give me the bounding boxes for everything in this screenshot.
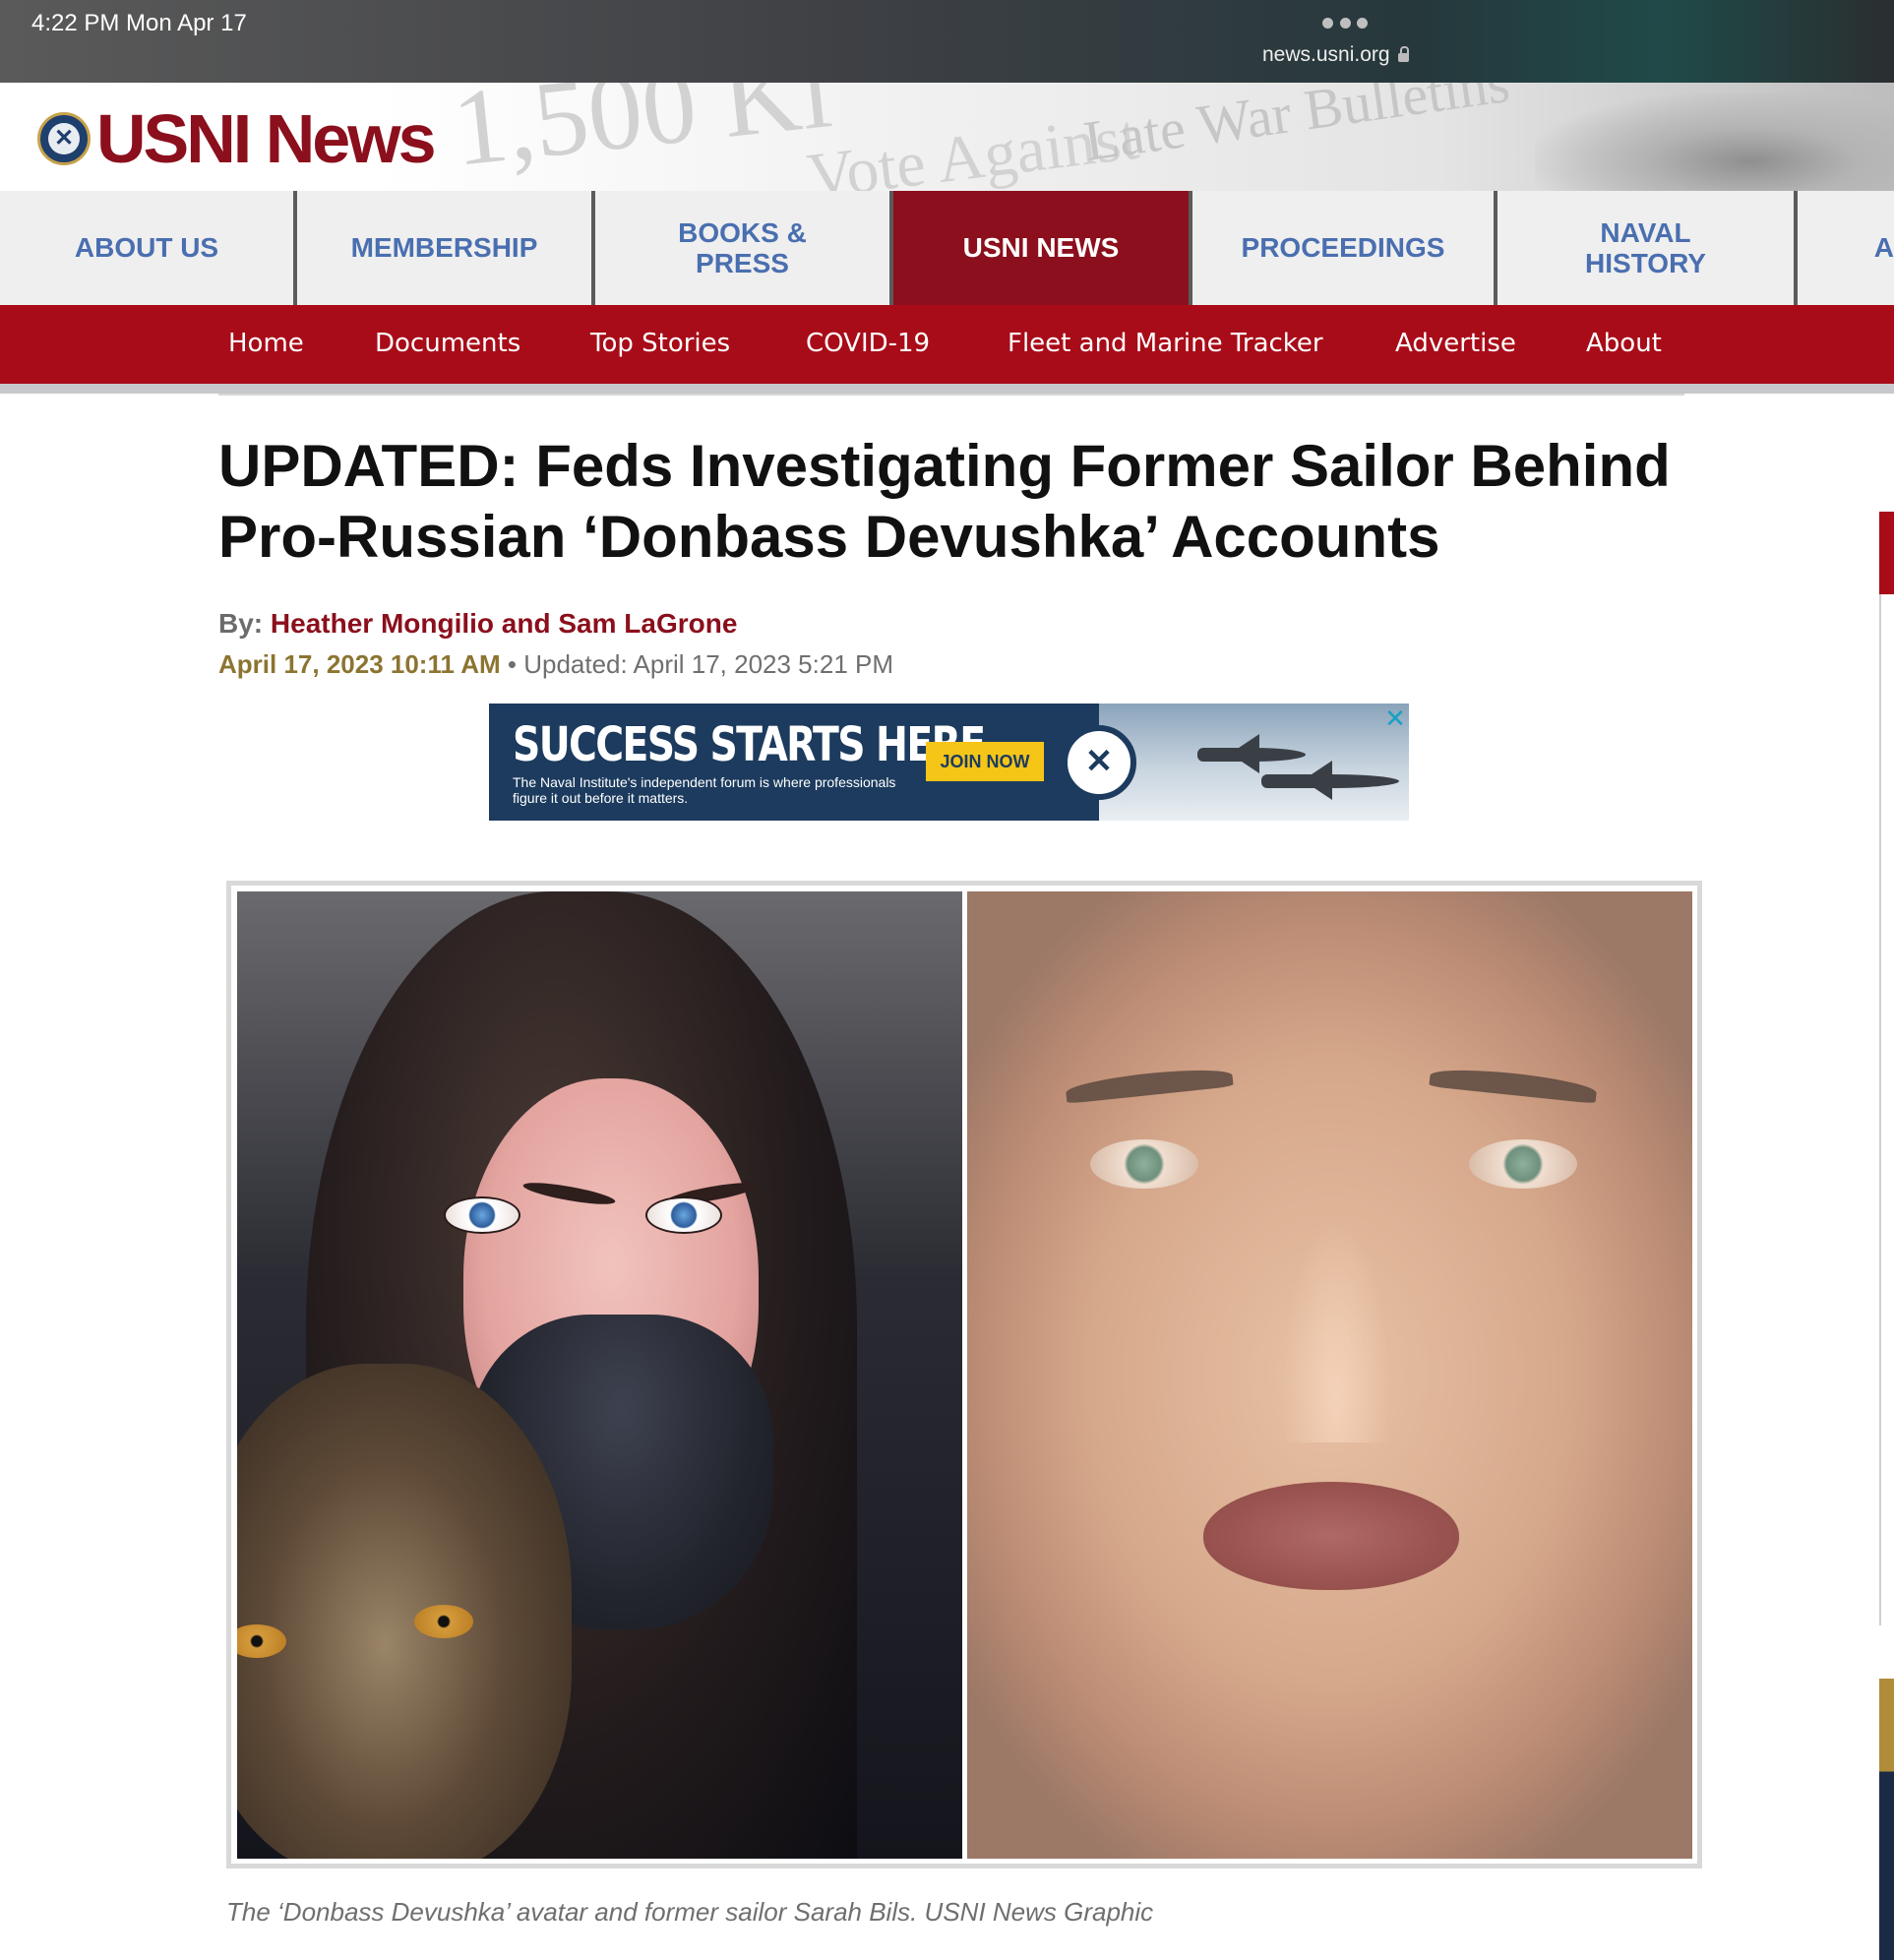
primary-nav: ABOUT US MEMBERSHIP BOOKS & PRESS USNI N… (0, 191, 1894, 305)
site-logo[interactable]: USNI News (37, 100, 437, 177)
sidebar-widget-edge (1879, 512, 1894, 1625)
status-time-date: 4:22 PM Mon Apr 17 (31, 10, 247, 36)
ad-banner[interactable]: SUCCESS STARTS HERE The Naval Institute'… (489, 704, 1409, 821)
nav-proceedings[interactable]: PROCEEDINGS (1192, 191, 1497, 305)
usni-seal-icon (37, 112, 91, 165)
subnav-advertise[interactable]: Advertise (1395, 329, 1516, 358)
site-header: 1,500 Ki Vote Against Late War Bulletins… (0, 83, 1894, 191)
ad-sky-background (1099, 704, 1409, 821)
join-now-button[interactable]: JOIN NOW (926, 742, 1044, 781)
sidebar-widget-header (1879, 512, 1894, 594)
status-bar: 4:22 PM Mon Apr 17 news.usni.org (0, 0, 1894, 83)
subnav-top-stories[interactable]: Top Stories (590, 329, 730, 358)
header-ship-image (1535, 92, 1894, 191)
ad-subtext: The Naval Institute's independent forum … (513, 774, 896, 806)
nav-books-press[interactable]: BOOKS & PRESS (595, 191, 893, 305)
address-bar[interactable]: news.usni.org (1262, 43, 1409, 67)
published-date: April 17, 2023 10:11 AM (218, 649, 501, 679)
article-headline: UPDATED: Feds Investigating Former Sailo… (218, 433, 1671, 570)
subnav-home[interactable]: Home (228, 329, 304, 358)
ad-headline: SUCCESS STARTS HERE (513, 717, 986, 772)
more-dots-icon[interactable] (1322, 18, 1368, 30)
figure-caption: The ‘Donbass Devushka’ avatar and former… (226, 1897, 1154, 1927)
sailor-photo (967, 891, 1692, 1859)
logo-text: USNI News (96, 100, 437, 177)
ad-seal-icon: ✕ (1062, 725, 1136, 800)
subnav-fleet-tracker[interactable]: Fleet and Marine Tracker (1008, 329, 1323, 358)
updated-date: • Updated: April 17, 2023 5:21 PM (507, 649, 894, 679)
nav-item-partial[interactable]: A (1798, 191, 1894, 305)
lock-icon (1397, 46, 1409, 62)
nav-about-us[interactable]: ABOUT US (0, 191, 297, 305)
byline: By: Heather Mongilio and Sam LaGrone (218, 608, 737, 640)
nav-membership[interactable]: MEMBERSHIP (297, 191, 595, 305)
url-text: news.usni.org (1262, 43, 1390, 66)
byline-label: By: (218, 608, 264, 639)
dateline: April 17, 2023 10:11 AM • Updated: April… (218, 649, 893, 680)
lips (1203, 1482, 1459, 1590)
subnav-documents[interactable]: Documents (375, 329, 520, 358)
subnav-about[interactable]: About (1586, 329, 1662, 358)
divider (218, 394, 1684, 396)
avatar-illustration (237, 891, 962, 1859)
secondary-nav: Home Documents Top Stories COVID-19 Flee… (0, 305, 1894, 394)
subnav-covid-19[interactable]: COVID-19 (806, 329, 930, 358)
jet-icon (1261, 774, 1399, 788)
jet-icon (1197, 748, 1306, 762)
nav-usni-news[interactable]: USNI NEWS (893, 191, 1192, 305)
cat (237, 1364, 572, 1859)
ad-close-icon[interactable]: ✕ (1383, 705, 1407, 731)
byline-authors[interactable]: Heather Mongilio and Sam LaGrone (271, 608, 738, 639)
sidebar-promo-edge (1879, 1679, 1894, 1960)
nav-naval-history[interactable]: NAVAL HISTORY (1497, 191, 1798, 305)
